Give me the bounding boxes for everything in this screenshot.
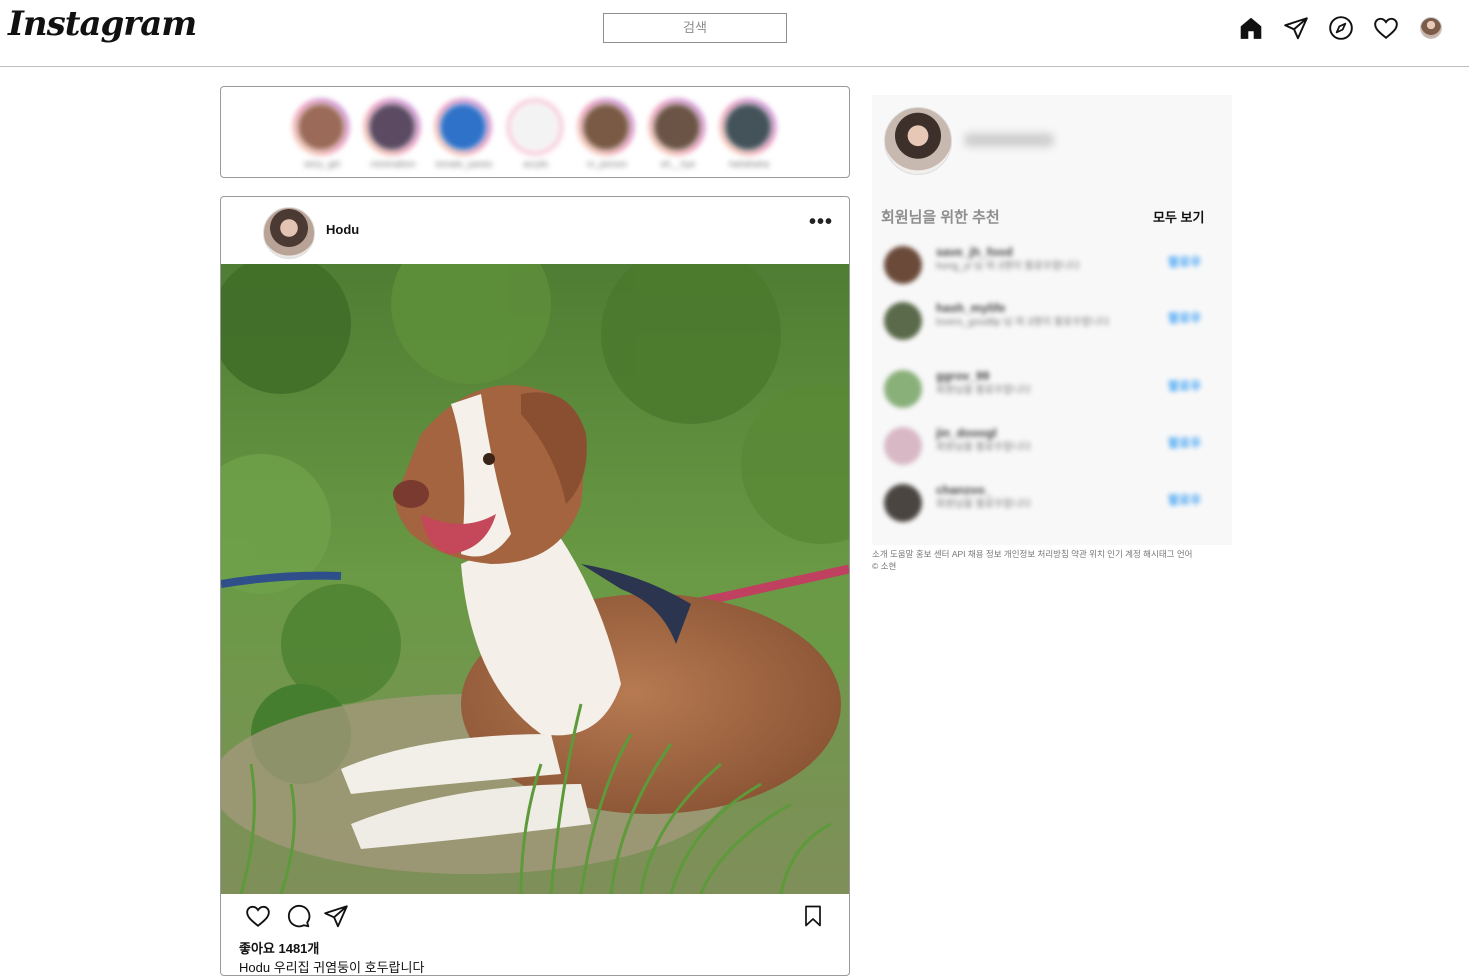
story-username: hahahaha — [728, 159, 770, 169]
follow-button[interactable]: 팔로우 — [1168, 377, 1201, 394]
send-icon[interactable] — [1281, 14, 1310, 42]
home-icon[interactable] — [1236, 14, 1265, 42]
story-avatar — [296, 102, 346, 152]
my-username-blurred — [964, 133, 1054, 147]
avatar[interactable] — [884, 302, 922, 340]
dog-photo — [221, 264, 849, 894]
recommendation-reason: 회원님을 팔로우합니다 — [936, 442, 1031, 453]
story-item[interactable]: acrylic — [507, 99, 565, 169]
explore-icon[interactable] — [1326, 14, 1355, 42]
recommended-username[interactable]: save_jh_food — [936, 245, 1013, 259]
recommendation-item: chanzoo_ 회원님을 팔로우합니다 팔로우 — [884, 481, 1214, 527]
recommended-username[interactable]: ggrov_99 — [936, 369, 989, 383]
footer: 소개 도움말 홍보 센터 API 채용 정보 개인정보 처리방침 약관 위치 인… — [872, 548, 1212, 572]
heart-icon[interactable] — [1371, 14, 1400, 42]
post-username[interactable]: Hodu — [326, 222, 359, 237]
story-item[interactable]: hahahaha — [720, 99, 778, 169]
bookmark-icon[interactable] — [801, 903, 825, 934]
recommendation-reason: hong_yl 님 외 3명이 팔로우합니다 — [936, 261, 1080, 272]
story-avatar — [652, 102, 702, 152]
recommend-title: 회원님을 위한 추천 — [881, 209, 1000, 226]
story-item[interactable]: m_person — [578, 99, 636, 169]
search-input[interactable]: 검색 — [603, 13, 787, 43]
story-avatar — [367, 102, 417, 152]
story-username: acrylic — [523, 159, 549, 169]
recommended-username[interactable]: hash_mylife — [936, 301, 1005, 315]
comment-icon[interactable] — [285, 903, 311, 934]
avatar[interactable] — [884, 370, 922, 408]
avatar — [1419, 17, 1442, 39]
share-icon[interactable] — [323, 903, 349, 934]
instagram-logo[interactable]: Instagram — [8, 4, 197, 44]
recommendation-item: ggrov_99 회원님을 팔로우합니다 팔로우 — [884, 367, 1214, 413]
story-item[interactable]: tomato_panes — [435, 99, 493, 169]
story-username: minimalism — [370, 159, 416, 169]
like-count[interactable]: 좋아요 1481개 — [239, 938, 319, 957]
story-ring — [720, 99, 776, 155]
follow-button[interactable]: 팔로우 — [1168, 253, 1201, 270]
story-ring — [578, 99, 634, 155]
avatar[interactable] — [884, 246, 922, 284]
recommendation-item: hash_mylife lovers_goodlip 님 외 3명이 팔로우합니다… — [884, 299, 1214, 345]
story-item[interactable]: minimalism — [364, 99, 422, 169]
story-avatar — [581, 102, 631, 152]
story-avatar — [510, 102, 560, 152]
follow-button[interactable]: 팔로우 — [1168, 491, 1201, 508]
story-item[interactable]: story_girl — [293, 99, 351, 169]
like-icon[interactable] — [245, 903, 271, 934]
nav-icons — [1236, 14, 1445, 42]
post-author-avatar[interactable] — [263, 207, 315, 259]
recommended-username[interactable]: jin_dooogl — [936, 426, 997, 440]
story-avatar — [438, 102, 488, 152]
recommendation-item: save_jh_food hong_yl 님 외 3명이 팔로우합니다 팔로우 — [884, 243, 1214, 289]
story-ring — [649, 99, 705, 155]
story-ring — [507, 99, 563, 155]
more-options-icon[interactable]: ••• — [809, 211, 833, 234]
top-nav-bar: Instagram 검색 — [0, 0, 1469, 67]
story-username: story_girl — [303, 159, 341, 169]
feed-post: Hodu ••• 좋아요 1481개 Hodu 우리집 귀염둥이 호두랍니다 — [220, 196, 850, 976]
see-all-link[interactable]: 모두 보기 — [1153, 207, 1204, 226]
post-caption: Hodu 우리집 귀염둥이 호두랍니다 — [239, 960, 425, 975]
story-avatar — [723, 102, 773, 152]
post-actions — [245, 903, 825, 933]
suggestions-panel: 회원님을 위한 추천 모두 보기 save_jh_food hong_yl 님 외… — [872, 95, 1232, 545]
follow-button[interactable]: 팔로우 — [1168, 434, 1201, 451]
story-username: m_person — [586, 159, 628, 169]
footer-links[interactable]: 소개 도움말 홍보 센터 API 채용 정보 개인정보 처리방침 약관 위치 인… — [872, 548, 1212, 560]
post-header: Hodu ••• — [221, 197, 849, 264]
story-ring — [293, 99, 349, 155]
recommendation-item: jin_dooogl 회원님을 팔로우합니다 팔로우 — [884, 424, 1214, 470]
profile-avatar[interactable] — [1416, 14, 1445, 42]
recommendation-reason: 회원님을 팔로우합니다 — [936, 499, 1031, 510]
post-image[interactable] — [221, 264, 849, 894]
story-username: eh__hye — [660, 159, 696, 169]
avatar[interactable] — [884, 484, 922, 522]
story-ring — [435, 99, 491, 155]
avatar[interactable] — [884, 427, 922, 465]
recommendation-reason: 회원님을 팔로우합니다 — [936, 385, 1031, 396]
story-item[interactable]: eh__hye — [649, 99, 707, 169]
stories-bar: story_girl minimalism tomato_panes acrylic m… — [220, 86, 850, 178]
my-profile-avatar[interactable] — [884, 107, 952, 175]
story-username: tomato_panes — [435, 159, 493, 169]
story-ring — [364, 99, 420, 155]
follow-button[interactable]: 팔로우 — [1168, 309, 1201, 326]
recommendation-reason: lovers_goodlip 님 외 3명이 팔로우합니다 — [936, 317, 1110, 328]
copyright: © 소현 — [872, 561, 897, 571]
recommended-username[interactable]: chanzoo_ — [936, 483, 991, 497]
